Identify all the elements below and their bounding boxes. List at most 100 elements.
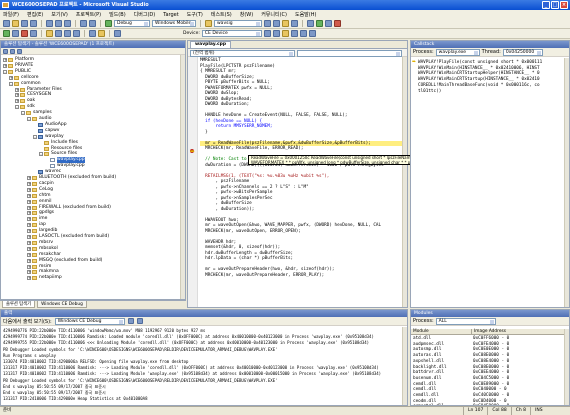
menu-item[interactable]: 파일(F): [3, 11, 19, 18]
windows-icon[interactable]: [307, 20, 314, 27]
expand-toggle-icon[interactable]: +: [27, 205, 31, 210]
maximize-button[interactable]: □: [551, 1, 559, 9]
process-combo[interactable]: wavplay.exe: [435, 48, 480, 56]
expand-toggle-icon[interactable]: +: [27, 176, 31, 180]
menu-item[interactable]: 빌드(B): [109, 11, 126, 18]
expand-toggle-icon[interactable]: -: [27, 117, 31, 121]
callstack-frame[interactable]: COREDLL!MainThreadBaseFunc(void * 0x0001…: [418, 83, 540, 88]
find-icon[interactable]: [205, 20, 212, 27]
expand-toggle-icon[interactable]: -: [21, 111, 25, 116]
expand-toggle-icon[interactable]: +: [15, 93, 19, 98]
start-icon[interactable]: [316, 20, 323, 27]
attach-icon[interactable]: [325, 20, 332, 27]
expand-toggle-icon[interactable]: +: [27, 193, 31, 198]
restart-icon[interactable]: [30, 30, 37, 37]
tree-item[interactable]: + netapiimp: [27, 275, 62, 281]
config-combo[interactable]: Debug: [114, 20, 150, 27]
uncomment-icon[interactable]: [290, 30, 298, 37]
class-view-icon[interactable]: [291, 20, 298, 27]
col-image-address[interactable]: Image Address: [471, 329, 566, 335]
menu-item[interactable]: 커뮤니티(C): [261, 11, 287, 18]
expand-toggle-icon[interactable]: +: [27, 252, 31, 257]
col-module[interactable]: Module: [411, 329, 471, 335]
properties-icon[interactable]: [273, 20, 280, 27]
solution-explorer-icon[interactable]: [264, 20, 271, 27]
menu-item[interactable]: 프로젝트(P): [76, 11, 101, 18]
modules-scrollbar[interactable]: [564, 329, 569, 405]
show-next-statement-icon[interactable]: [46, 30, 53, 37]
thread-combo[interactable]: 0x04250000: [502, 48, 543, 56]
callstack-frame[interactable]: WAVPLAY!WinMain(HINSTANCE__ * 0x02410006…: [418, 66, 540, 71]
expand-toggle-icon[interactable]: -: [39, 152, 43, 157]
expand-toggle-icon[interactable]: -: [33, 134, 37, 139]
word-wrap-icon[interactable]: [136, 318, 143, 324]
callstack-scrollbar[interactable]: [564, 58, 569, 307]
expand-toggle-icon[interactable]: +: [27, 258, 31, 263]
tree-scrollbar[interactable]: [180, 55, 185, 299]
expand-toggle-icon[interactable]: -: [3, 69, 7, 74]
paste-icon[interactable]: [64, 20, 71, 27]
redo-icon[interactable]: [89, 20, 96, 27]
search-combo[interactable]: wavsig: [214, 20, 262, 27]
copy-icon[interactable]: [55, 20, 62, 27]
expand-toggle-icon[interactable]: +: [15, 99, 19, 104]
menu-item[interactable]: 창(W): [240, 11, 253, 18]
stop-debugging-icon[interactable]: [21, 30, 28, 37]
expand-toggle-icon[interactable]: +: [9, 75, 13, 80]
menu-item[interactable]: 도움말(H): [295, 11, 316, 18]
step-into-icon[interactable]: [55, 30, 62, 37]
refresh-icon[interactable]: [17, 49, 22, 54]
output-scrollbar[interactable]: [402, 327, 407, 405]
save-icon[interactable]: [21, 20, 28, 27]
output-source-combo[interactable]: Windows CE Debug: [54, 317, 125, 325]
expand-toggle-icon[interactable]: +: [15, 87, 19, 92]
expand-toggle-icon[interactable]: +: [27, 240, 31, 245]
step-over-icon[interactable]: [64, 30, 71, 37]
expand-toggle-icon[interactable]: +: [3, 63, 7, 68]
callstack-frame[interactable]: tl01ttc(): [418, 89, 441, 94]
menu-item[interactable]: Target: [163, 12, 178, 18]
menu-item[interactable]: 테스트(S): [211, 11, 232, 18]
expand-toggle-icon[interactable]: +: [27, 181, 31, 186]
properties-icon[interactable]: [3, 49, 8, 54]
expand-toggle-icon[interactable]: +: [27, 199, 31, 204]
clear-all-icon[interactable]: [127, 318, 134, 324]
start-debug-icon[interactable]: [105, 20, 112, 27]
break-all-icon[interactable]: [12, 30, 19, 37]
expand-toggle-icon[interactable]: -: [9, 81, 13, 86]
code-text[interactable]: MMRESULT PlayFile(LPCTSTR pszFilename){ M…: [200, 58, 407, 307]
breakpoint-gutter[interactable]: [188, 57, 198, 307]
expand-toggle-icon[interactable]: +: [27, 229, 31, 234]
new-project-icon[interactable]: [3, 20, 10, 27]
expand-toggle-icon[interactable]: +: [27, 211, 31, 216]
expand-toggle-icon[interactable]: +: [3, 58, 7, 62]
cut-icon[interactable]: [46, 20, 53, 27]
hex-icon[interactable]: [89, 30, 96, 37]
expand-toggle-icon[interactable]: +: [27, 246, 31, 251]
member-combo[interactable]: [297, 50, 402, 57]
continue-icon[interactable]: [3, 30, 10, 37]
expand-toggle-icon[interactable]: +: [27, 235, 31, 239]
device-combo[interactable]: CE Device: [201, 30, 262, 37]
comment-icon[interactable]: [281, 30, 289, 37]
menu-item[interactable]: 편집(E): [27, 11, 43, 18]
callstack-frame[interactable]: WAVPLAY!PlayFile(const unsigned short * …: [418, 60, 542, 65]
modules-process-combo[interactable]: ALL: [435, 317, 496, 325]
show-all-files-icon[interactable]: [10, 49, 15, 54]
connect-icon[interactable]: [263, 30, 271, 37]
editor-scrollbar[interactable]: [402, 57, 407, 307]
expand-toggle-icon[interactable]: -: [15, 105, 19, 110]
stop-icon[interactable]: [334, 20, 341, 27]
step-out-icon[interactable]: [73, 30, 80, 37]
minimize-button[interactable]: _: [542, 1, 550, 9]
indent-icon[interactable]: [299, 30, 307, 37]
menu-item[interactable]: 보기(V): [51, 11, 68, 18]
device-options-icon[interactable]: [272, 30, 280, 37]
expand-toggle-icon[interactable]: +: [27, 264, 31, 269]
menu-item[interactable]: 디버그(D): [134, 11, 156, 18]
close-button[interactable]: ×: [560, 1, 568, 9]
outdent-icon[interactable]: [308, 30, 316, 37]
menu-item[interactable]: 도구(T): [187, 11, 203, 18]
save-all-icon[interactable]: [30, 20, 37, 27]
expand-toggle-icon[interactable]: +: [27, 276, 31, 281]
